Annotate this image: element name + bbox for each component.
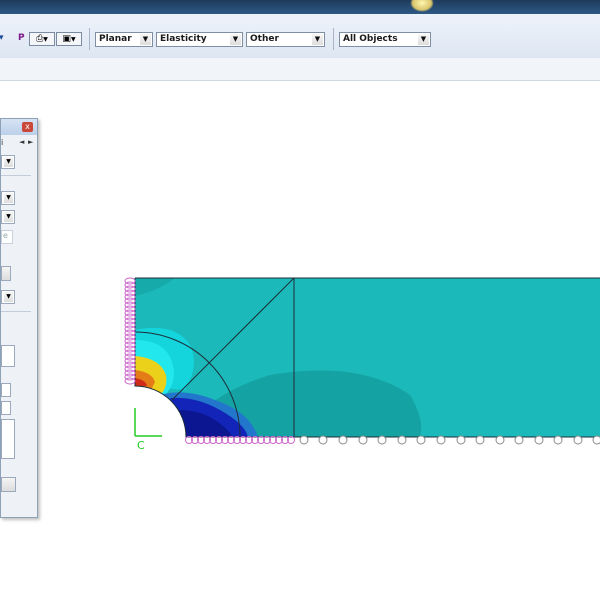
panel-divider (1, 311, 31, 312)
chevron-down-icon: ▼ (4, 157, 13, 167)
panel-dropdown-1[interactable]: ▼ (1, 155, 15, 169)
chevron-down-icon: ▼ (4, 292, 13, 302)
panel-divider (1, 175, 31, 176)
panel-title-bar[interactable]: x (1, 119, 37, 135)
panel-field-3[interactable] (1, 401, 11, 415)
tab-next-icon[interactable]: ► (28, 138, 33, 146)
chevron-down-icon: ▼ (4, 193, 13, 203)
panel-action-button[interactable] (1, 266, 11, 281)
bottom-boundary-markers-dense (185, 436, 295, 444)
panel-field-4[interactable] (1, 419, 15, 459)
panel-tab-label[interactable]: i (1, 138, 3, 147)
stress-contour-plot (135, 278, 600, 437)
panel-dropdown-4[interactable]: ▼ (1, 290, 15, 304)
model-viewport[interactable]: C (0, 0, 600, 600)
left-boundary-markers (124, 277, 136, 385)
panel-dropdown-2[interactable]: ▼ (1, 191, 15, 205)
panel-field-2[interactable] (1, 383, 11, 397)
panel-ok-button[interactable] (1, 477, 16, 492)
coordinate-axis-triad (134, 408, 162, 437)
properties-panel: x i ◄ ► ▼ ▼ ▼ e ▼ (0, 118, 38, 518)
panel-faded-button[interactable]: e (1, 230, 13, 244)
panel-dropdown-3[interactable]: ▼ (1, 210, 15, 224)
chevron-down-icon: ▼ (4, 212, 13, 222)
tab-prev-icon[interactable]: ◄ (19, 138, 24, 146)
panel-field-1[interactable] (1, 345, 15, 367)
axis-label: C (137, 439, 145, 452)
panel-faded-button-label: e (3, 231, 8, 240)
close-icon[interactable]: x (22, 122, 33, 132)
